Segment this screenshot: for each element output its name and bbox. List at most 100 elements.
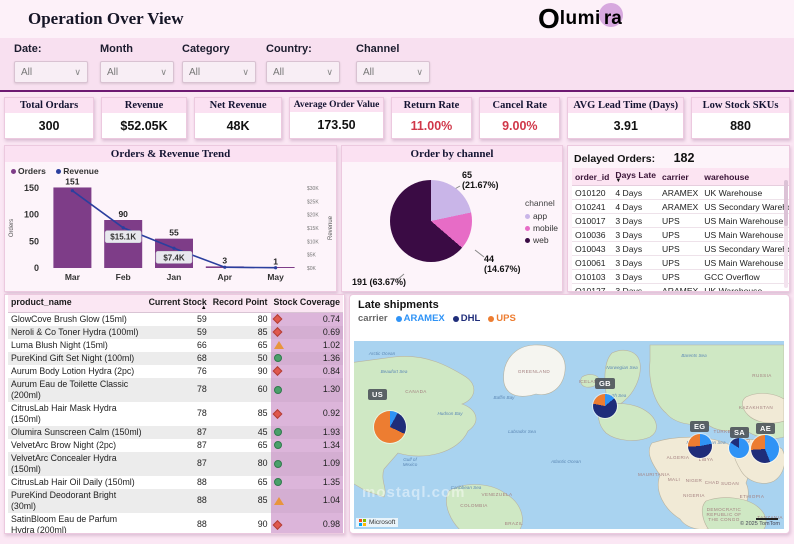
table-cell: 4 Days bbox=[612, 199, 659, 214]
app-header: Operation Over View Olumi ra bbox=[0, 0, 794, 38]
table-row[interactable]: O100433 DaysUPSUS Secondary Warehouse bbox=[572, 241, 789, 256]
column-header[interactable]: Days Late ▼ bbox=[612, 168, 659, 186]
svg-text:55: 55 bbox=[169, 228, 179, 238]
legend-dot bbox=[452, 315, 459, 322]
chevron-down-icon: ∨ bbox=[160, 66, 167, 77]
current-stock-cell: 87 bbox=[196, 439, 207, 450]
map-pie-ae[interactable] bbox=[751, 435, 779, 463]
table-row[interactable]: O10061 3 Days UPS US Main Warehouse bbox=[572, 255, 789, 270]
column-header[interactable]: Record Point bbox=[209, 295, 271, 313]
table-row[interactable]: PureKind Deodorant Bright (30ml) 88 85 1.04 bbox=[8, 488, 343, 513]
column-header[interactable]: order_id bbox=[572, 168, 613, 186]
sort-asc-icon: ▲ bbox=[200, 305, 207, 311]
triangle-orange-icon bbox=[273, 496, 284, 505]
map-pie-eg[interactable] bbox=[688, 434, 712, 458]
scrollbar[interactable] bbox=[784, 180, 788, 288]
pie-legend-item[interactable]: mobile bbox=[524, 223, 558, 233]
filter-bar: Date: All ∨ Month All ∨ Category All ∨ C… bbox=[0, 38, 794, 90]
table-row[interactable]: Luma Blush Night (15ml) 66 65 1.02 bbox=[8, 338, 343, 352]
table-row[interactable]: O10103 3 Days UPS GCC Overflow bbox=[572, 269, 789, 284]
svg-text:ALGERIA: ALGERIA bbox=[667, 455, 690, 460]
filter-country: Country: All ∨ bbox=[266, 43, 340, 83]
pie-legend: channel app mobile web bbox=[524, 198, 558, 247]
svg-text:150: 150 bbox=[24, 183, 39, 193]
carrier-legend-item[interactable]: ARAMEX bbox=[395, 313, 445, 324]
combo-chart-plot[interactable]: 150 100 50 0 Orders $30K $25K $20K $15K $10K $5K $0… bbox=[5, 176, 338, 291]
table-row[interactable]: O102414 DaysARAMEXUS Secondary Warehouse bbox=[572, 199, 789, 214]
table-row[interactable]: VelvetArc Brow Night (2pc) 87 65 1.34 bbox=[8, 438, 343, 452]
filter-month-value: All bbox=[107, 66, 119, 78]
map-copyright: © 2025 TomTom bbox=[739, 521, 780, 527]
svg-text:COLOMBIA: COLOMBIA bbox=[460, 503, 488, 508]
svg-text:Barents Sea: Barents Sea bbox=[681, 353, 707, 358]
carrier-legend-item[interactable]: DHL bbox=[452, 313, 480, 324]
table-row[interactable]: CitrusLab Hair Oil Daily (150ml) 88 65 1.35 bbox=[8, 475, 343, 489]
column-header[interactable]: product_name bbox=[8, 295, 146, 313]
legend-item-revenue[interactable]: Revenue bbox=[56, 166, 99, 176]
table-cell: O10241 bbox=[572, 199, 613, 214]
pie-chart[interactable] bbox=[390, 180, 472, 262]
kpi-label: Return Rate bbox=[391, 98, 472, 113]
table-row[interactable]: Aurum Eau de Toilette Classic (200ml) 78 6… bbox=[8, 377, 343, 402]
product-name-cell: GlowCove Brush Glow (15ml) bbox=[11, 314, 127, 324]
current-stock-cell: 88 bbox=[145, 488, 210, 513]
column-header[interactable]: Stock Coverage bbox=[270, 295, 343, 313]
table-row[interactable]: CitrusLab Hair Mask Hydra (150ml) 78 85 0.9… bbox=[8, 401, 343, 426]
filter-country-label: Country: bbox=[266, 43, 312, 55]
filter-country-dropdown[interactable]: All ∨ bbox=[266, 61, 340, 83]
world-map[interactable]: Arctic Ocean Beaufort Sea Hudson Bay Baffin… bbox=[354, 341, 784, 529]
legend-item-orders[interactable]: Orders bbox=[11, 166, 46, 176]
circle-green-icon bbox=[273, 354, 282, 363]
table-row[interactable]: O10036 3 Days UPS US Main Warehouse bbox=[572, 227, 789, 242]
svg-text:SUDAN: SUDAN bbox=[721, 481, 739, 486]
filter-channel-dropdown[interactable]: All ∨ bbox=[356, 61, 430, 83]
stock-coverage-cell: 1.30 bbox=[270, 377, 343, 402]
delayed-orders-header: Delayed Orders: 182 bbox=[568, 146, 789, 168]
svg-text:THE CONGO: THE CONGO bbox=[708, 517, 739, 522]
table-row[interactable]: O10127 3 Days ARAMEX UK Warehouse bbox=[572, 283, 789, 291]
product-table[interactable]: product_name Current Stock ▲ Record Point St… bbox=[8, 295, 343, 533]
carrier-legend-title: carrier bbox=[358, 313, 388, 324]
chevron-down-icon: ∨ bbox=[74, 66, 81, 77]
orders-revenue-trend-chart: Orders & Revenue Trend Orders Revenue 15… bbox=[4, 145, 337, 292]
late-shipments-panel: Late shipments carrier ARAMEX DHL UPS Arct… bbox=[349, 294, 790, 534]
kpi-value: $52.05K bbox=[102, 113, 186, 138]
table-cell: 3 Days bbox=[612, 227, 659, 242]
table-row[interactable]: PureKind Gift Set Night (100ml) 68 50 1.36 bbox=[8, 351, 343, 365]
record-point-cell: 80 bbox=[209, 451, 271, 476]
map-pie-us[interactable] bbox=[374, 411, 406, 443]
chevron-down-icon: ∨ bbox=[242, 66, 249, 77]
table-cell: UK Warehouse bbox=[701, 283, 789, 291]
svg-text:Hudson Bay: Hudson Bay bbox=[437, 411, 463, 416]
diamond-red-icon bbox=[272, 314, 282, 325]
svg-text:BRAZIL: BRAZIL bbox=[505, 521, 524, 526]
svg-text:$7.4K: $7.4K bbox=[163, 253, 185, 262]
delayed-orders-table[interactable]: order_id Days Late ▼ carrier warehouse O1012… bbox=[572, 168, 789, 291]
carrier-legend-item[interactable]: UPS bbox=[488, 313, 516, 324]
table-row[interactable]: Neroli & Co Toner Hydra (100ml) 59 85 0.69 bbox=[8, 325, 343, 339]
column-header[interactable]: warehouse bbox=[701, 168, 789, 186]
stock-coverage-cell: 1.36 bbox=[270, 351, 343, 365]
pie-legend-item[interactable]: web bbox=[524, 235, 558, 245]
filter-category-dropdown[interactable]: All ∨ bbox=[182, 61, 256, 83]
pie-legend-item[interactable]: app bbox=[524, 211, 558, 221]
table-row[interactable]: GlowCove Brush Glow (15ml) 59 80 0.74 bbox=[8, 312, 343, 326]
map-pie-sa[interactable] bbox=[729, 438, 749, 458]
product-name-cell: PureKind Gift Set Night (100ml) bbox=[8, 351, 146, 365]
table-row[interactable]: Aurum Body Lotion Hydra (2pc) 76 90 0.84 bbox=[8, 364, 343, 378]
table-row[interactable]: SatinBloom Eau de Parfum Hydra (200ml) 88… bbox=[8, 512, 343, 533]
table-row[interactable]: O10120 4 Days ARAMEX UK Warehouse bbox=[572, 185, 789, 200]
column-header[interactable]: carrier bbox=[659, 168, 702, 186]
filter-month-dropdown[interactable]: All ∨ bbox=[100, 61, 174, 83]
filter-channel-value: All bbox=[363, 66, 375, 78]
legend-dot bbox=[488, 315, 495, 322]
table-row[interactable]: VelvetArc Concealer Hydra (150ml) 87 80 1.0… bbox=[8, 451, 343, 476]
column-header[interactable]: Current Stock ▲ bbox=[145, 295, 210, 313]
filter-date-dropdown[interactable]: All ∨ bbox=[14, 61, 88, 83]
table-cell: 3 Days bbox=[612, 241, 659, 256]
map-pie-gb[interactable] bbox=[593, 394, 617, 418]
svg-text:$30K: $30K bbox=[307, 186, 319, 192]
table-row[interactable]: Olumira Sunscreen Calm (150ml) 87 45 1.93 bbox=[8, 425, 343, 439]
table-row[interactable]: O10017 3 Days UPS US Main Warehouse bbox=[572, 213, 789, 228]
filter-category: Category All ∨ bbox=[182, 43, 256, 83]
